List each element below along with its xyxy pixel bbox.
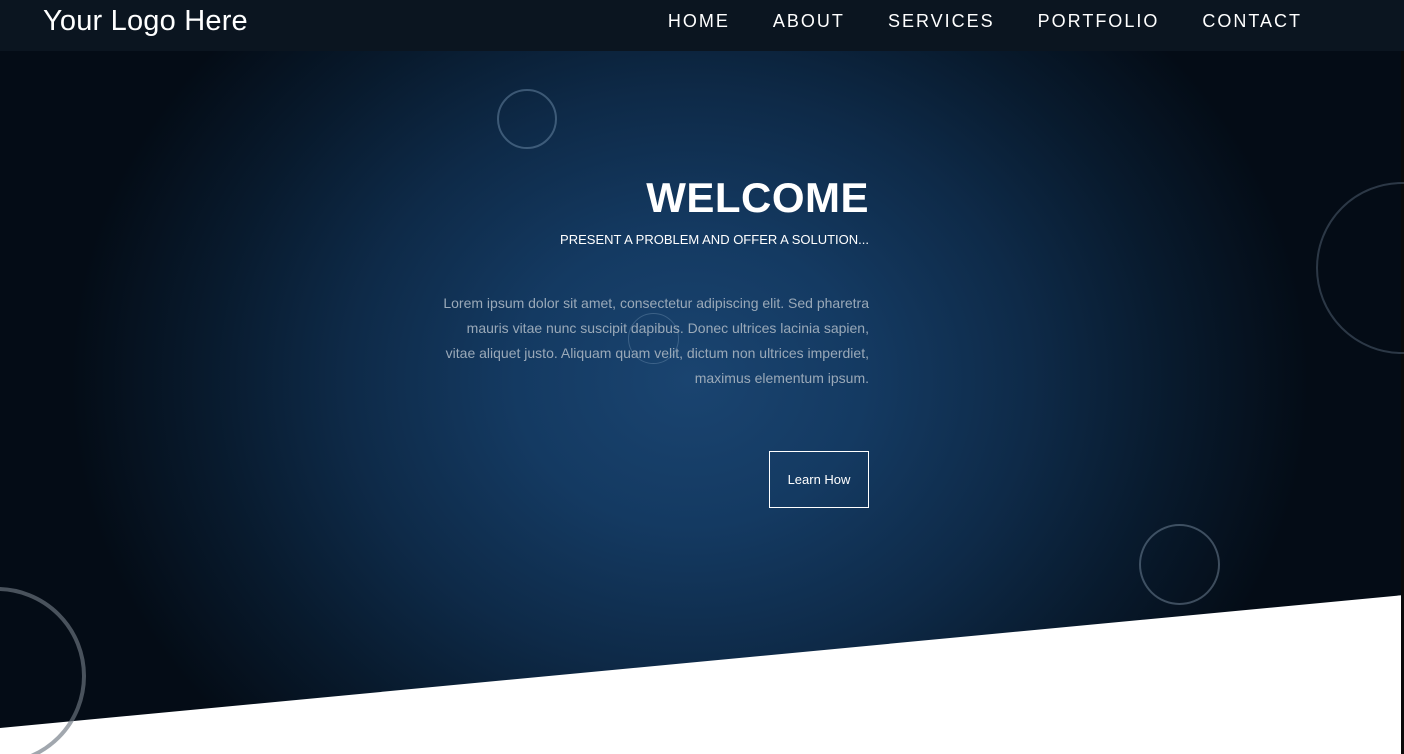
nav-about[interactable]: ABOUT (773, 11, 845, 31)
decorative-circle (497, 89, 557, 149)
learn-how-button[interactable]: Learn How (769, 451, 869, 508)
hero-title: WELCOME (646, 174, 869, 221)
decorative-circle (1139, 524, 1220, 605)
hero-body-text: Lorem ipsum dolor sit amet, consectetur … (443, 295, 869, 386)
nav-services[interactable]: SERVICES (888, 11, 995, 31)
nav-portfolio[interactable]: PORTFOLIO (1038, 11, 1160, 31)
main-nav: HOME ABOUT SERVICES PORTFOLIO CONTACT (625, 11, 1302, 31)
nav-contact[interactable]: CONTACT (1202, 11, 1302, 31)
navbar: Your Logo Here HOME ABOUT SERVICES PORTF… (0, 0, 1404, 51)
nav-home[interactable]: HOME (668, 11, 730, 31)
logo[interactable]: Your Logo Here (43, 4, 248, 38)
hero-subtitle: PRESENT A PROBLEM AND OFFER A SOLUTION..… (560, 232, 869, 247)
page: Your Logo Here HOME ABOUT SERVICES PORTF… (0, 0, 1404, 754)
hero-content: WELCOME PRESENT A PROBLEM AND OFFER A SO… (440, 170, 869, 391)
